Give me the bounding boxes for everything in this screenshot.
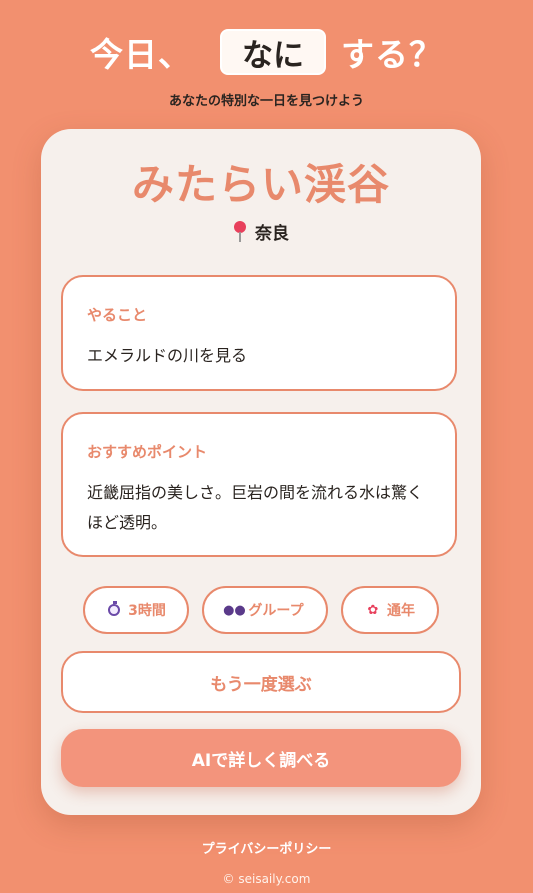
retry-button[interactable]: もう一度選ぶ	[61, 651, 461, 713]
people-icon: ●●	[223, 602, 246, 618]
todo-text: エメラルドの川を見る	[87, 346, 248, 365]
subtitle: あなたの特別な一日を見つけよう	[168, 94, 364, 109]
location-label: 奈良	[255, 224, 289, 244]
season-tag: ✿ 通年	[341, 586, 439, 634]
spot-name: みたらい渓谷	[131, 160, 390, 209]
season-label: 通年	[387, 603, 415, 619]
group-tag: ●● グループ	[202, 586, 328, 634]
flower-icon: ✿	[367, 602, 379, 618]
timer-icon	[106, 601, 122, 618]
page-title: 今日、 なに する？	[0, 27, 533, 77]
duration-label: 3時間	[128, 603, 166, 619]
duration-tag: 3時間	[83, 586, 189, 634]
title-suffix: する？	[341, 35, 443, 74]
recommend-text: 近畿屈指の美しさ。巨岩の間を流れる水は驚くほど透明。	[87, 483, 424, 532]
pin-icon	[233, 220, 247, 243]
todo-label: やること	[87, 306, 148, 324]
title-highlight-box: なに	[220, 29, 326, 75]
copyright-text: © seisaily.com	[222, 872, 311, 886]
tag-list: 3時間 ●● グループ ✿ 通年	[41, 586, 481, 634]
recommend-box: おすすめポイント 近畿屈指の美しさ。巨岩の間を流れる水は驚くほど透明。	[61, 412, 457, 557]
ai-research-button[interactable]: AIで詳しく調べる	[61, 729, 461, 787]
privacy-policy-link[interactable]: プライバシーポリシー	[0, 838, 533, 857]
recommend-label: おすすめポイント	[87, 443, 208, 461]
spot-location: 奈良	[41, 219, 481, 244]
group-label: グループ	[248, 603, 304, 619]
suggestion-card: みたらい渓谷 奈良 やること エメラルドの川を見る おすすめポイント 近畿屈指の…	[41, 129, 481, 815]
title-prefix: 今日、	[90, 35, 192, 74]
todo-box: やること エメラルドの川を見る	[61, 275, 457, 391]
